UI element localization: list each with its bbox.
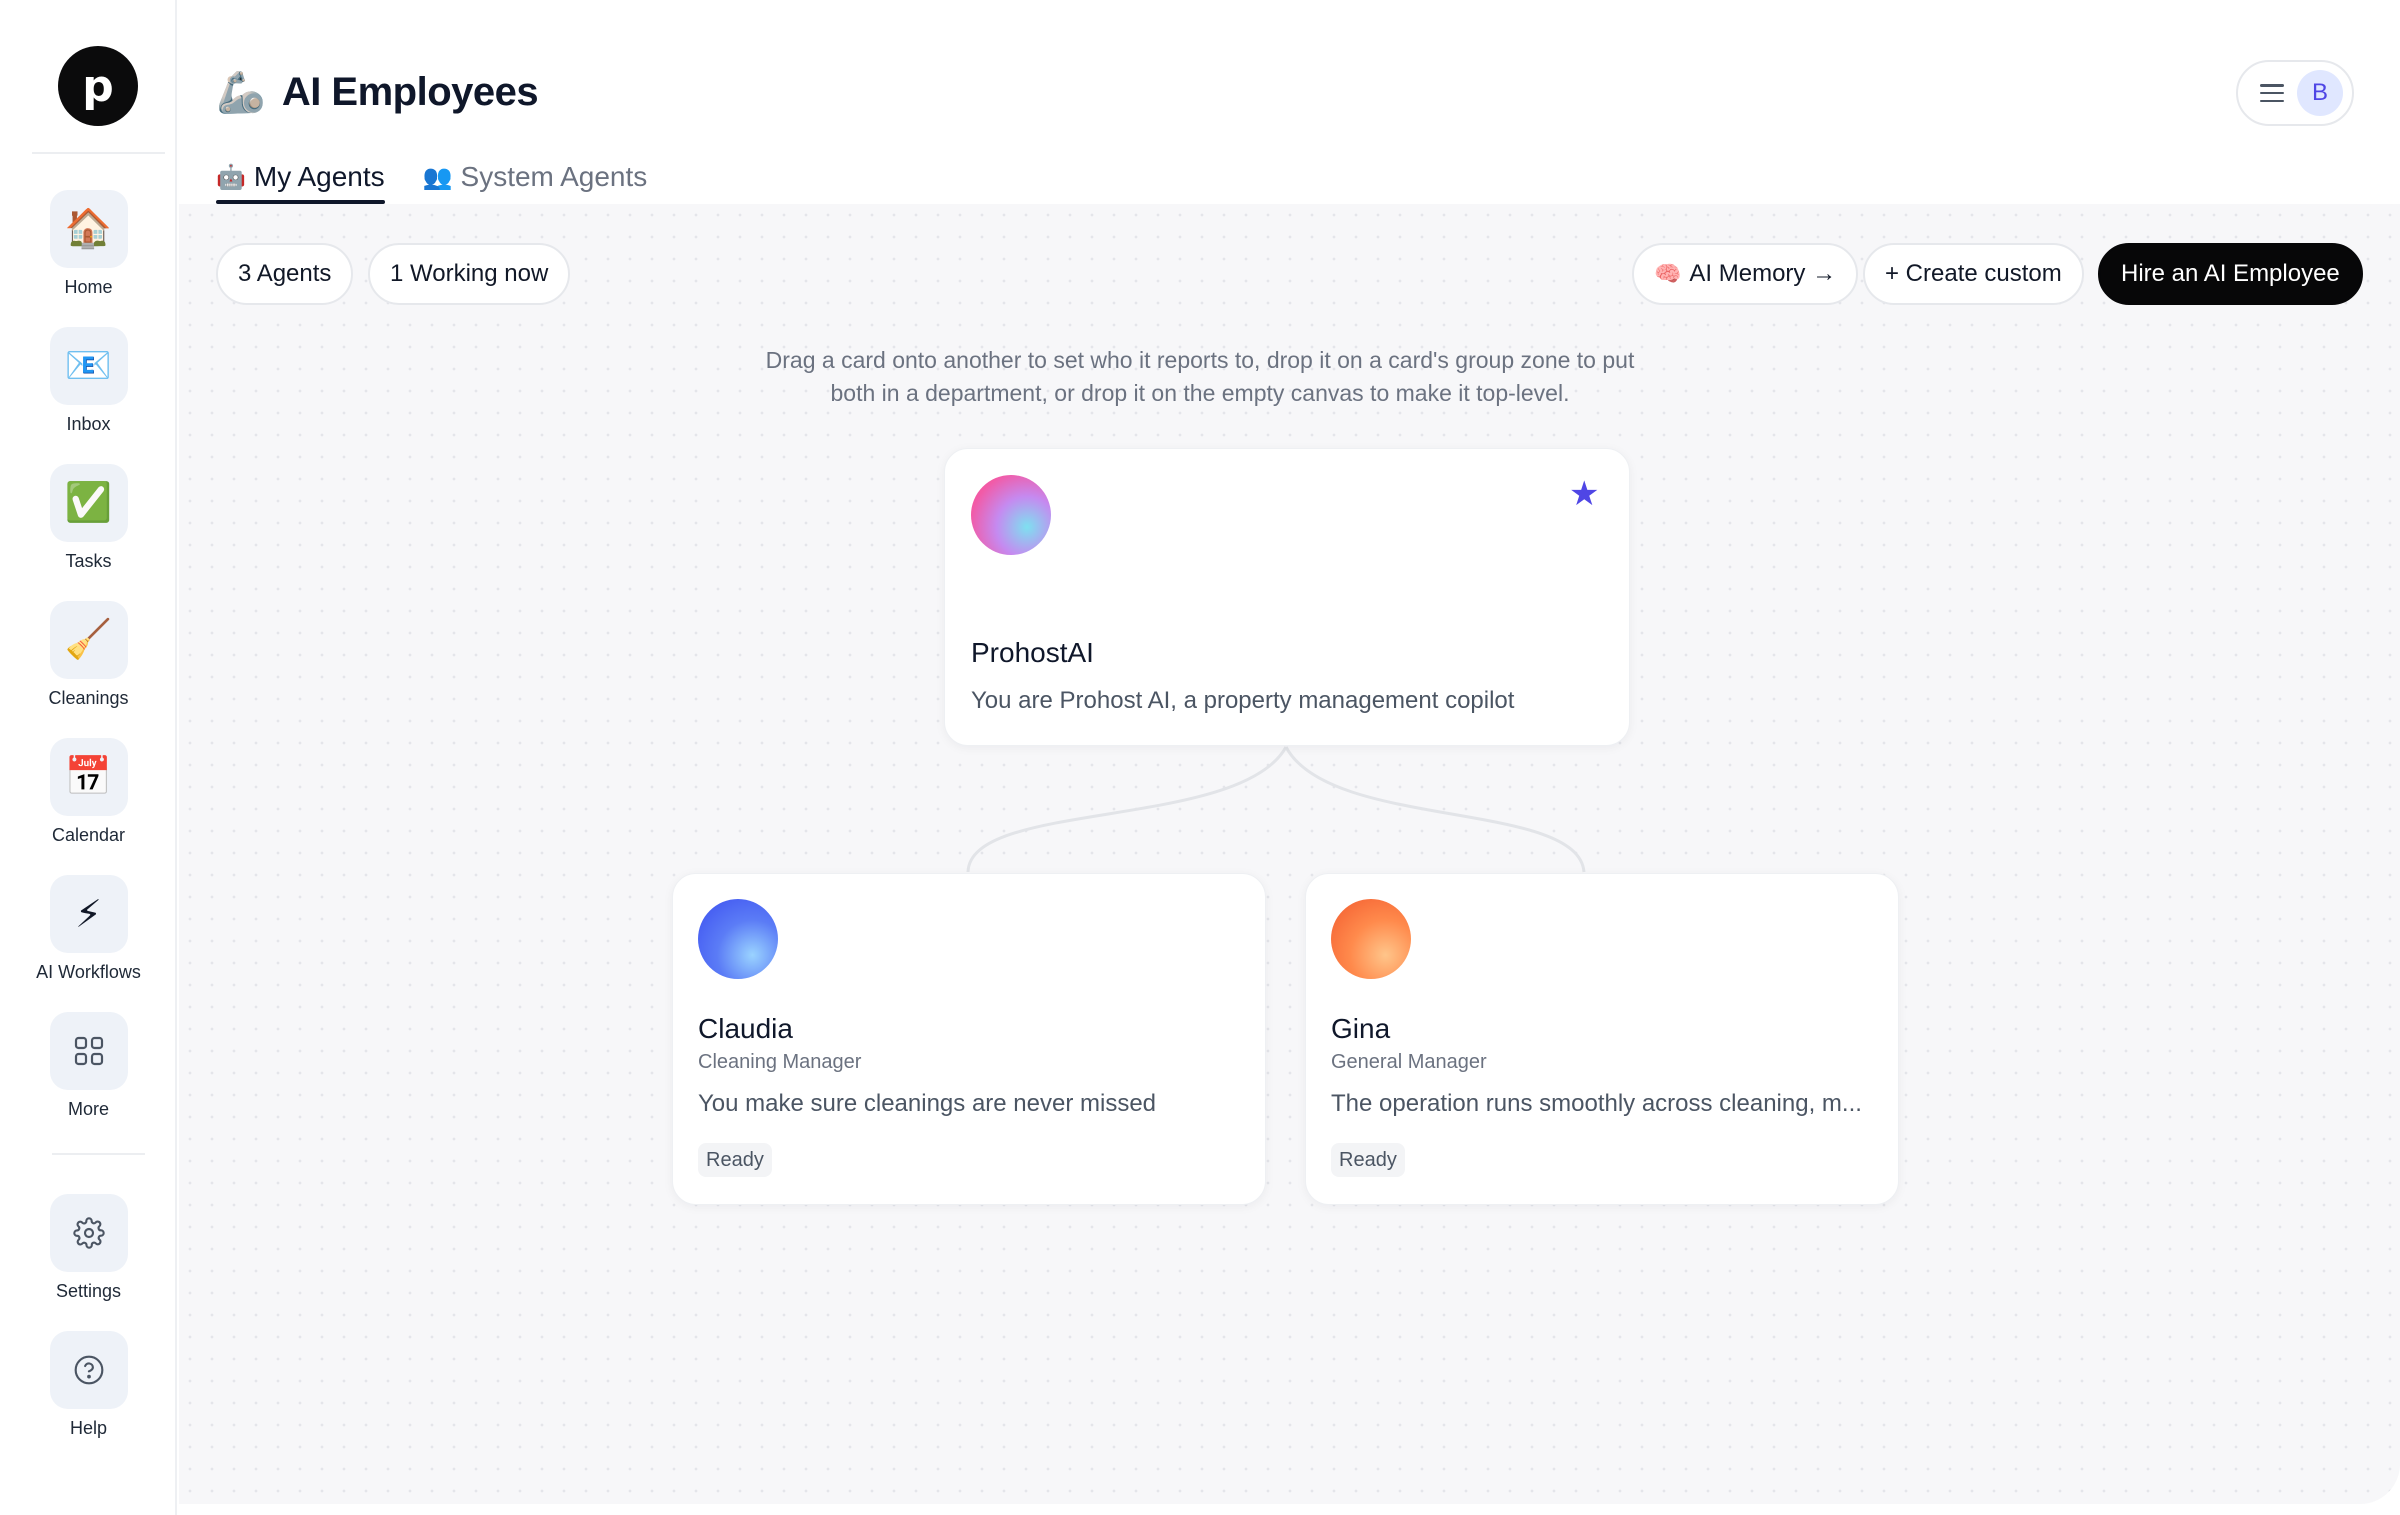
star-icon[interactable]: ★: [1569, 477, 1599, 511]
tab-label: My Agents: [253, 161, 385, 192]
sidebar-item-label: Cleanings: [48, 688, 129, 708]
status-badge: Ready: [698, 1143, 772, 1177]
sidebar-item-label: Home: [64, 277, 113, 297]
agent-card-prohostai[interactable]: ★ ProhostAI You are Prohost AI, a proper…: [944, 448, 1630, 746]
page-header: 🦾 AI Employees: [216, 62, 539, 122]
drag-hint: Drag a card onto another to set who it r…: [700, 344, 1700, 410]
tab-system-agents[interactable]: 👥 System Agents: [423, 150, 648, 204]
sidebar-item-settings[interactable]: Settings: [0, 1194, 177, 1324]
brain-icon: 🧠: [1654, 261, 1682, 286]
sidebar-item-cleanings[interactable]: 🧹 Cleanings: [0, 601, 177, 731]
agent-name: ProhostAI: [971, 637, 1094, 668]
agent-orb: [698, 899, 778, 979]
sidebar-item-help[interactable]: Help: [0, 1331, 177, 1461]
page-title: AI Employees: [281, 69, 539, 114]
agent-description: The operation runs smoothly across clean…: [1331, 1090, 1862, 1117]
agent-role: General Manager: [1331, 1051, 1487, 1073]
tab-label: System Agents: [460, 161, 648, 192]
sidebar-item-tasks[interactable]: ✅ Tasks: [0, 464, 177, 594]
lightning-icon: ⚡: [49, 875, 128, 953]
sidebar-item-ai-workflows[interactable]: ⚡ AI Workflows: [0, 875, 177, 1005]
home-icon: 🏠: [49, 190, 128, 268]
avatar[interactable]: B: [2297, 70, 2343, 116]
tasks-icon: ✅: [49, 464, 128, 542]
calendar-icon: 📅: [49, 738, 128, 816]
grid-icon: [49, 1012, 128, 1090]
menu-icon[interactable]: [2260, 84, 2284, 102]
flexed-arm-icon: 🦾: [216, 70, 266, 115]
create-custom-button[interactable]: + Create custom: [1863, 243, 2084, 305]
sidebar-divider: [52, 1153, 145, 1155]
sidebar-item-label: Settings: [55, 1281, 122, 1301]
drag-hint-line: Drag a card onto another to set who it r…: [765, 347, 1635, 373]
hire-ai-employee-button[interactable]: Hire an AI Employee: [2098, 243, 2363, 305]
agent-name: Gina: [1331, 1013, 1391, 1044]
status-badge: Ready: [1331, 1143, 1405, 1177]
sidebar-item-label: AI Workflows: [36, 962, 141, 982]
agent-name: Claudia: [698, 1013, 793, 1044]
agent-role: Cleaning Manager: [698, 1051, 862, 1073]
sidebar-item-calendar[interactable]: 📅 Calendar: [0, 738, 177, 868]
sidebar-item-label: Help: [69, 1418, 108, 1438]
working-now-badge: 1 Working now: [368, 243, 571, 305]
sidebar-divider: [32, 152, 165, 154]
agent-card-gina[interactable]: Gina General Manager The operation runs …: [1305, 873, 1899, 1205]
broom-icon: 🧹: [49, 601, 128, 679]
user-menu[interactable]: B: [2236, 60, 2354, 126]
sidebar-item-label: Tasks: [65, 551, 112, 571]
agent-description: You are Prohost AI, a property managemen…: [971, 687, 1515, 714]
robot-icon: 🤖: [216, 163, 246, 191]
sidebar: p 🏠 Home 📧 Inbox ✅ Tasks 🧹 Cleanings 📅 C…: [0, 0, 177, 1515]
sidebar-item-label: More: [67, 1099, 109, 1119]
drag-hint-line: both in a department, or drop it on the …: [830, 380, 1570, 406]
agent-card-claudia[interactable]: Claudia Cleaning Manager You make sure c…: [672, 873, 1266, 1205]
people-icon: 👥: [422, 163, 453, 191]
help-icon: [49, 1331, 128, 1409]
sidebar-item-label: Inbox: [66, 414, 111, 434]
sidebar-item-inbox[interactable]: 📧 Inbox: [0, 327, 177, 457]
sidebar-item-more[interactable]: More: [0, 1012, 177, 1142]
gear-icon: [49, 1194, 128, 1272]
agents-count-badge: 3 Agents: [216, 243, 354, 305]
agent-orb: [1331, 899, 1411, 979]
agent-tabs: 🤖 My Agents 👥 System Agents: [216, 150, 647, 204]
inbox-icon: 📧: [49, 327, 128, 405]
agent-orb: [971, 475, 1051, 555]
sidebar-item-label: Calendar: [51, 825, 126, 845]
sidebar-item-home[interactable]: 🏠 Home: [0, 190, 177, 320]
ai-memory-button[interactable]: 🧠 AI Memory →: [1632, 243, 1859, 305]
tab-my-agents[interactable]: 🤖 My Agents: [216, 150, 385, 204]
ai-memory-label: AI Memory →: [1689, 260, 1837, 287]
logo[interactable]: p: [58, 46, 138, 126]
agent-description: You make sure cleanings are never missed: [698, 1090, 1157, 1117]
